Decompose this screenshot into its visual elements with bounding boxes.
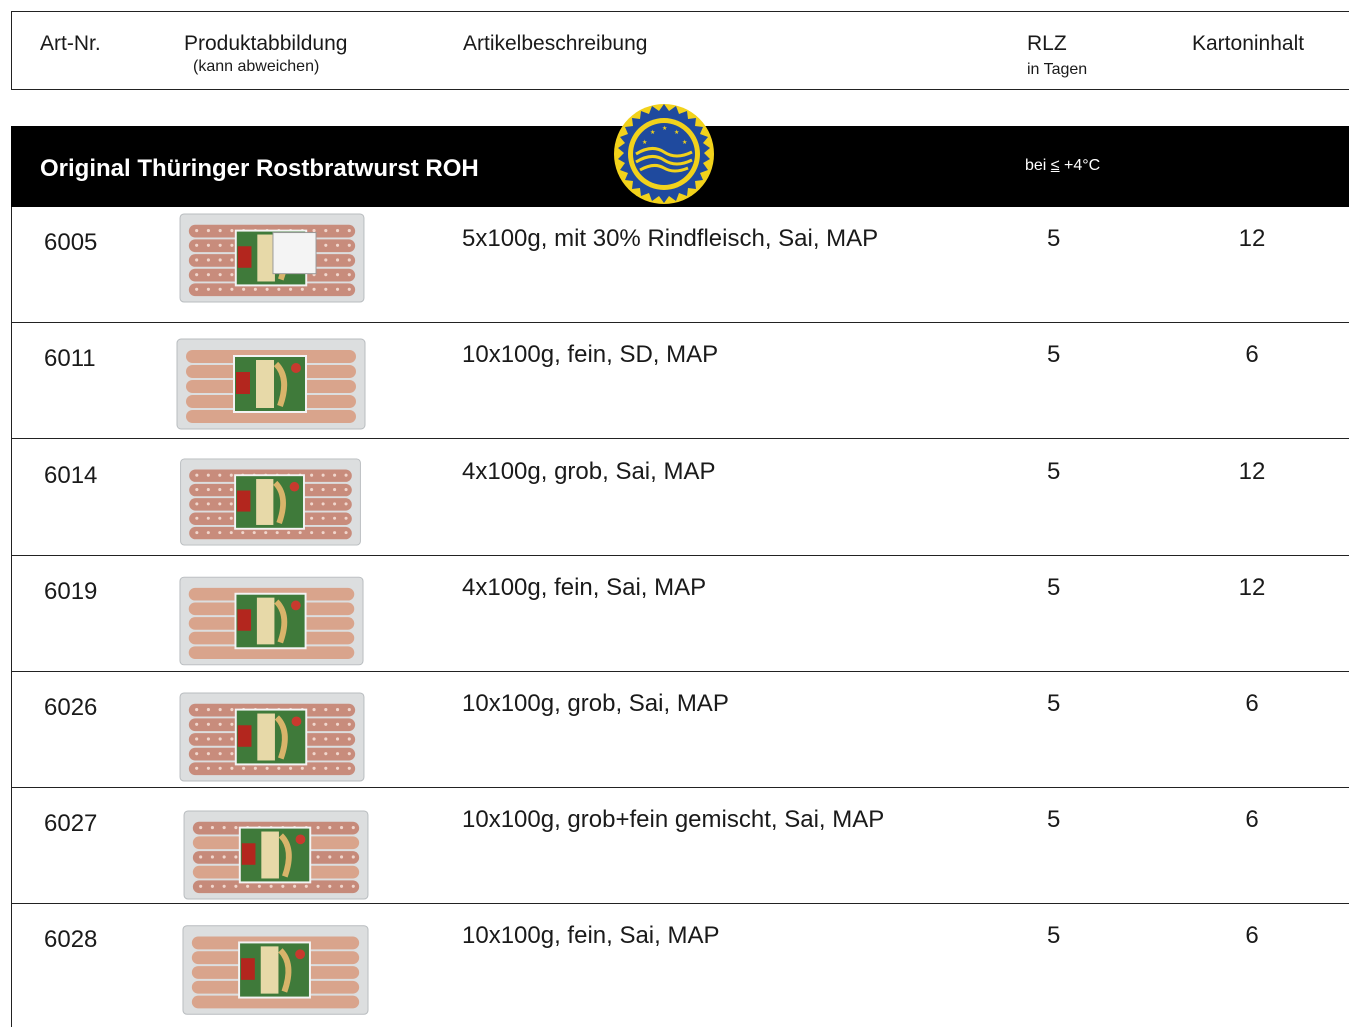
svg-text:★: ★ xyxy=(682,139,687,146)
header-produktabbildung: Produktabbildung xyxy=(184,32,348,55)
header-art-nr: Art-Nr. xyxy=(40,32,101,55)
table-row: 6005 5x100g, mit 30% Rindfleisch, Sai, MA… xyxy=(11,207,1349,323)
header-rlz-note: in Tagen xyxy=(1027,61,1088,78)
header-produktabbildung-note: (kann abweichen) xyxy=(193,58,320,75)
shelf-life-days: 5 xyxy=(1047,806,1061,833)
carton-quantity: 6 xyxy=(1245,341,1259,368)
article-number: 6027 xyxy=(44,810,98,837)
table-row: 6027 10x100g, grob+fein gemischt, Sai, MA… xyxy=(11,788,1349,904)
carton-quantity: 12 xyxy=(1238,574,1266,601)
shelf-life-days: 5 xyxy=(1047,341,1061,368)
row-divider xyxy=(11,438,1349,439)
carton-quantity: 12 xyxy=(1238,225,1266,252)
article-description: 10x100g, fein, SD, MAP xyxy=(462,341,719,368)
svg-text:★: ★ xyxy=(650,129,655,136)
shelf-life-days: 5 xyxy=(1047,574,1061,601)
shelf-life-days: 5 xyxy=(1047,690,1061,717)
article-number: 6011 xyxy=(44,345,96,372)
article-description: 4x100g, fein, Sai, MAP xyxy=(462,574,707,601)
product-image xyxy=(181,810,371,900)
carton-quantity: 6 xyxy=(1245,922,1259,949)
table-row: 6028 10x100g, fein, Sai, MAP 5 6 xyxy=(11,904,1349,1020)
shelf-life-days: 5 xyxy=(1047,225,1061,252)
article-description: 5x100g, mit 30% Rindfleisch, Sai, MAP xyxy=(462,225,879,252)
product-image xyxy=(176,338,366,430)
table-header: Art-Nr. Produktabbildung (kann abweichen… xyxy=(11,11,1349,90)
svg-text:★: ★ xyxy=(674,129,679,136)
shelf-life-days: 5 xyxy=(1047,458,1061,485)
svg-text:★: ★ xyxy=(642,139,647,146)
article-description: 10x100g, grob+fein gemischt, Sai, MAP xyxy=(462,806,885,833)
carton-quantity: 6 xyxy=(1245,690,1259,717)
article-description: 10x100g, grob, Sai, MAP xyxy=(462,690,729,717)
header-artikelbeschreibung: Artikelbeschreibung xyxy=(463,32,648,55)
carton-quantity: 6 xyxy=(1245,806,1259,833)
product-image xyxy=(179,213,365,303)
table-row: 6026 10x100g, grob, Sai, MAP 5 6 xyxy=(11,672,1349,788)
pgi-seal-icon: ★★ ★ ★ ★ xyxy=(614,104,714,204)
table-row: 6014 4x100g, grob, Sai, MAP 5 12 xyxy=(11,440,1349,556)
article-number: 6019 xyxy=(44,578,98,605)
product-image xyxy=(182,924,369,1016)
section-title: Original Thüringer Rostbratwurst ROH xyxy=(40,155,479,182)
article-description: 4x100g, grob, Sai, MAP xyxy=(462,458,716,485)
product-image xyxy=(177,692,367,782)
header-rlz: RLZ xyxy=(1027,32,1067,55)
table-row: 6019 4x100g, fein, Sai, MAP 5 12 xyxy=(11,556,1349,672)
article-number: 6026 xyxy=(44,694,98,721)
svg-text:★: ★ xyxy=(662,125,667,132)
shelf-life-days: 5 xyxy=(1047,922,1061,949)
article-number: 6028 xyxy=(44,926,98,953)
product-image xyxy=(179,575,364,667)
product-image xyxy=(176,458,365,546)
storage-condition: bei ≤ +4°C xyxy=(1025,157,1101,174)
carton-quantity: 12 xyxy=(1238,458,1266,485)
article-number: 6005 xyxy=(44,229,98,256)
article-description: 10x100g, fein, Sai, MAP xyxy=(462,922,720,949)
table-row: 6011 10x100g, fein, SD, MAP 5 6 xyxy=(11,323,1349,439)
header-kartoninhalt: Kartoninhalt xyxy=(1192,32,1305,55)
article-number: 6014 xyxy=(44,462,98,489)
